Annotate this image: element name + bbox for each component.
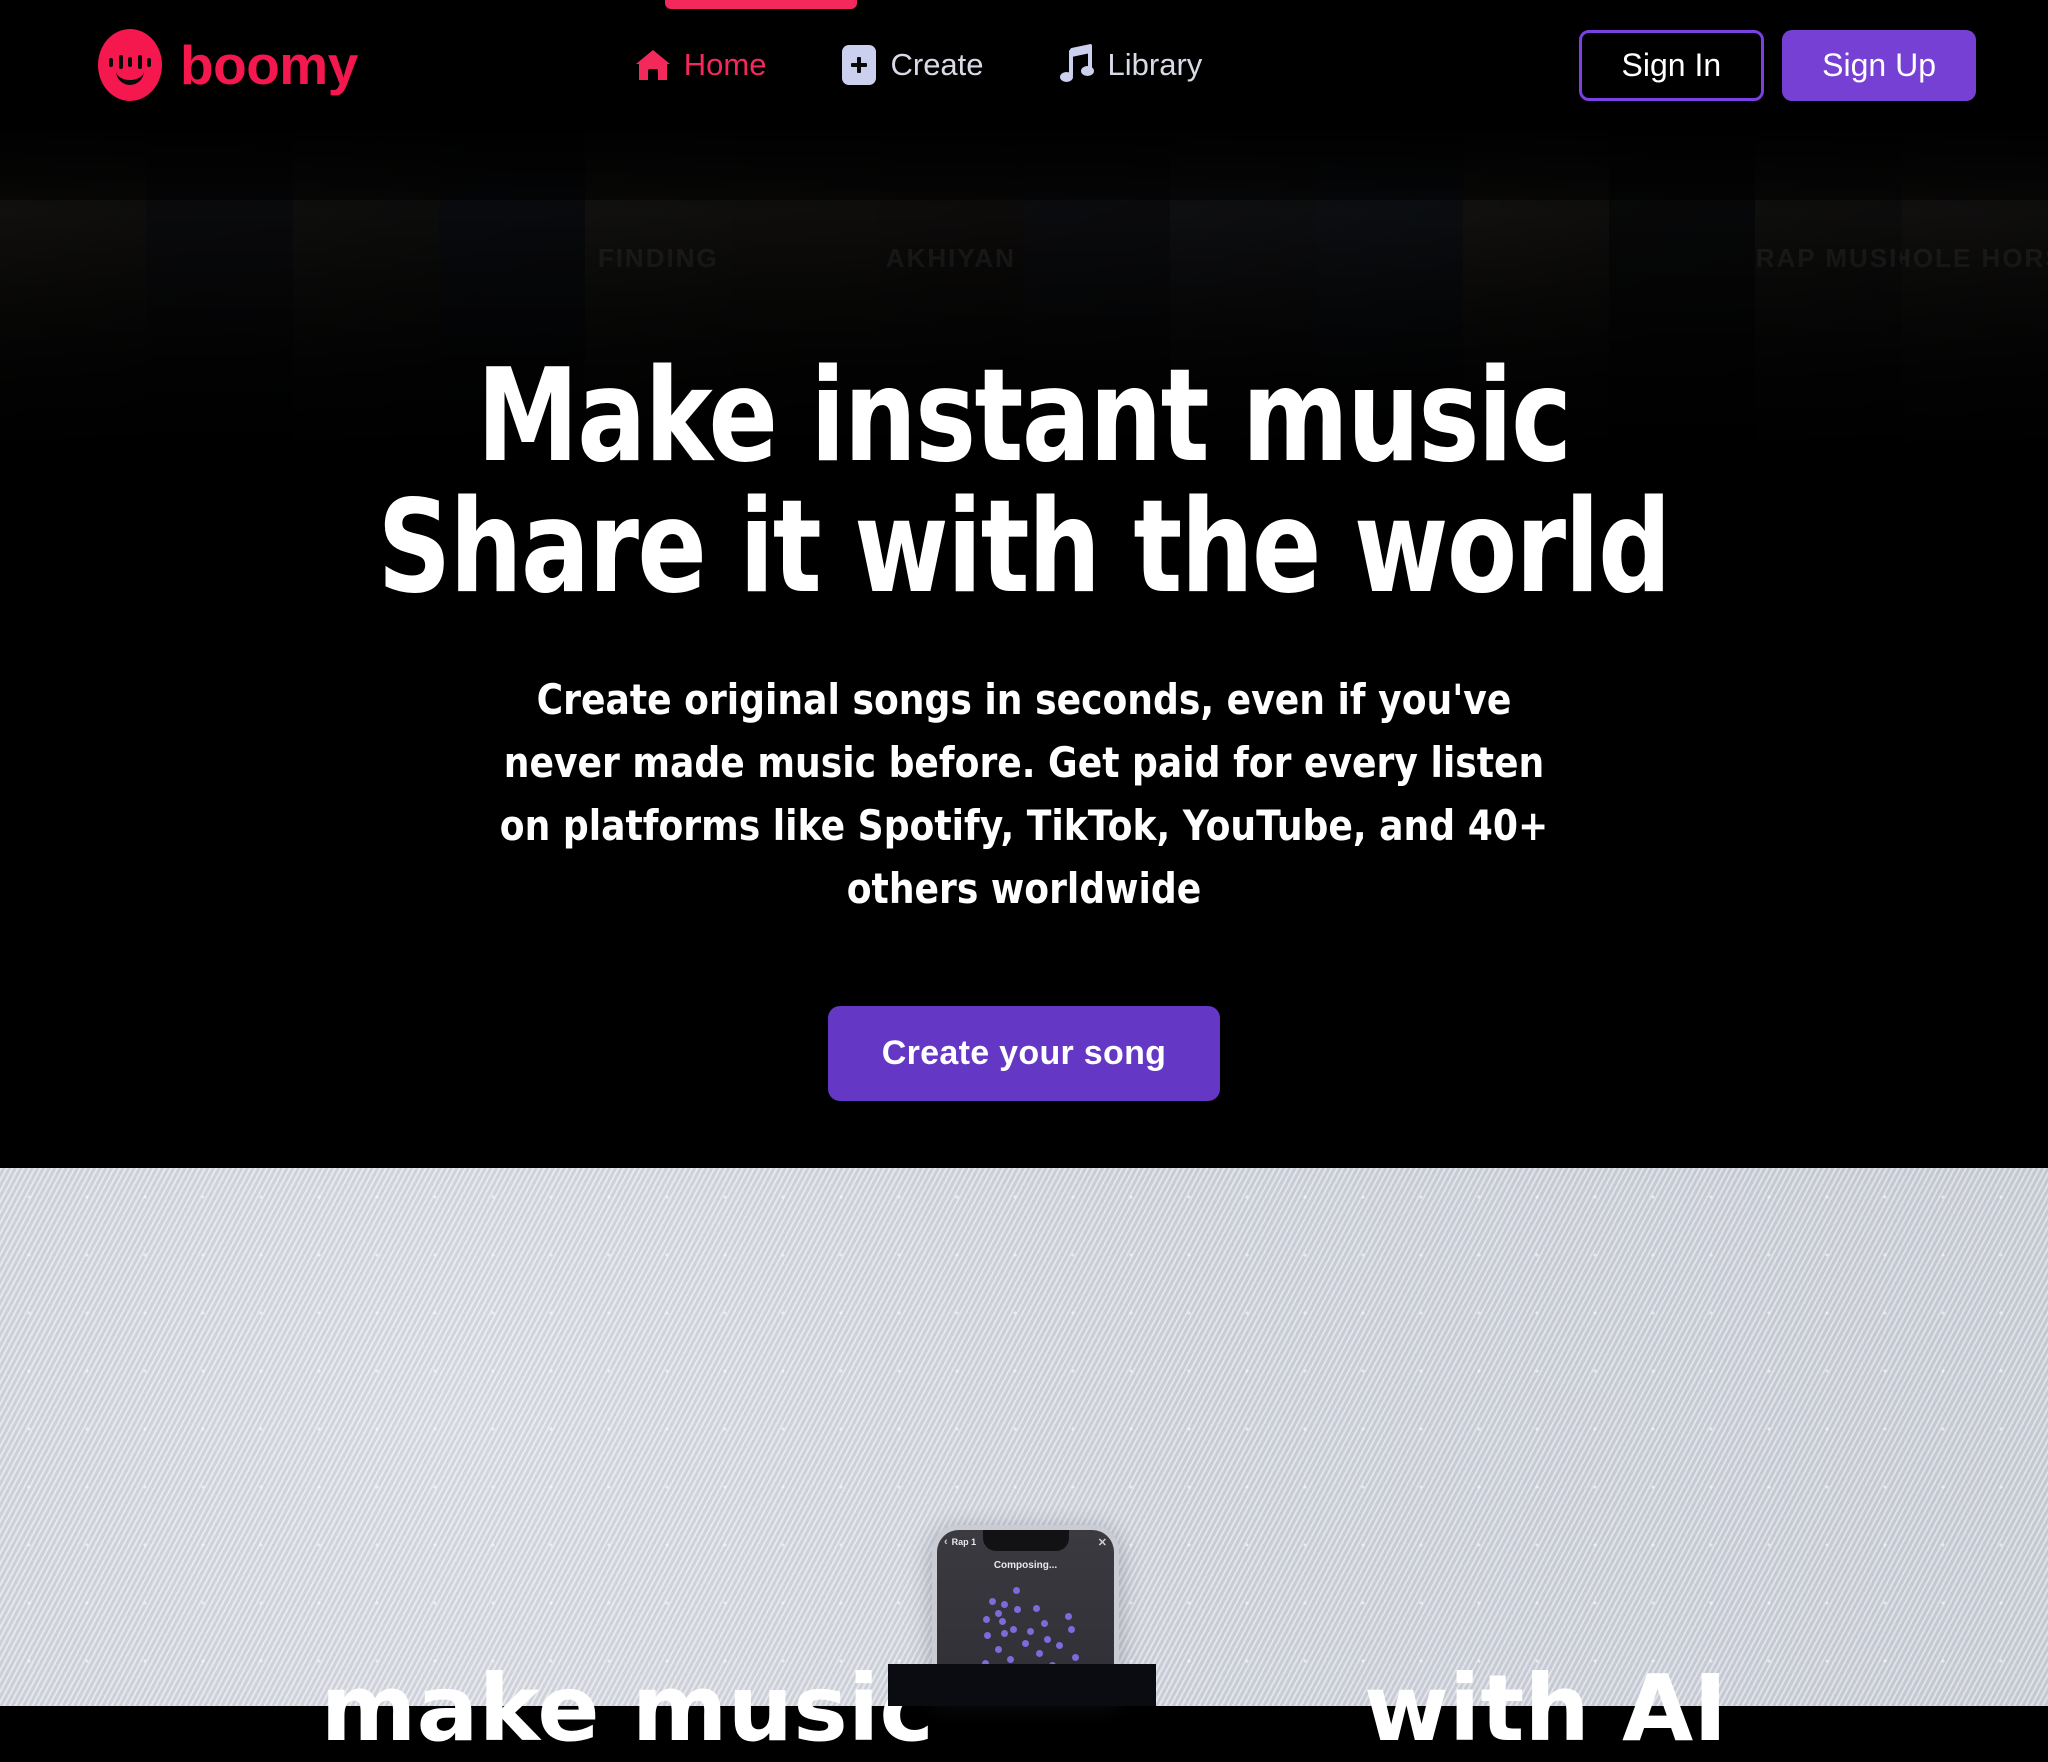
nav-links: Home Create Library [598, 33, 1241, 97]
composing-dot [1010, 1626, 1017, 1633]
close-icon[interactable]: ✕ [1098, 1536, 1107, 1549]
hero-subheadline: Create original songs in seconds, even i… [499, 675, 1549, 914]
composing-dot [999, 1618, 1006, 1625]
music-note-icon [1059, 43, 1094, 84]
sign-up-button[interactable]: Sign Up [1782, 29, 1976, 101]
composing-dot [1036, 1650, 1043, 1657]
headline-line-2: Share it with the world [377, 472, 1672, 622]
chevron-left-icon[interactable]: ‹ [944, 1536, 948, 1548]
phone-app-header: ‹ Rap 1 ✕ [937, 1533, 1114, 1551]
create-your-song-button[interactable]: Create your song [827, 1006, 1221, 1102]
home-icon [635, 50, 670, 80]
composing-dot [1013, 1587, 1020, 1594]
sign-in-button[interactable]: Sign In [1578, 29, 1765, 101]
hero-content: Make instant music Share it with the wor… [0, 0, 2048, 1168]
brand-logo[interactable]: boomy [98, 29, 358, 101]
composing-dot [1044, 1636, 1051, 1643]
page-title: Make instant music Share it with the wor… [377, 351, 1672, 622]
composing-dot [989, 1598, 996, 1605]
composing-dot [995, 1646, 1002, 1653]
composing-dot [1065, 1613, 1072, 1620]
top-navigation-bar: boomy Home Create Library Sign In Sign U… [0, 0, 2048, 130]
section-headline-left: make music [320, 1655, 934, 1762]
composing-dot [1068, 1626, 1075, 1633]
composing-dot [1014, 1606, 1021, 1613]
auth-buttons: Sign In Sign Up [1578, 29, 1976, 101]
nav-item-library-label: Library [1107, 47, 1203, 82]
composing-dot [1001, 1601, 1008, 1608]
nav-item-create[interactable]: Create [804, 33, 1021, 97]
nav-item-library[interactable]: Library [1022, 33, 1241, 97]
section-headline-right: with AI [1363, 1655, 1728, 1762]
phone-status-text: Composing... [993, 1560, 1058, 1571]
boomy-face-logo-icon [98, 29, 162, 101]
composing-dot [1027, 1628, 1034, 1635]
composing-dot [1072, 1654, 1079, 1661]
brand-name: boomy [180, 33, 358, 96]
nav-item-create-label: Create [890, 47, 984, 82]
plus-square-icon [842, 45, 877, 85]
composing-dot [983, 1616, 990, 1623]
composing-dot [1001, 1630, 1008, 1637]
composing-dot [995, 1610, 1002, 1617]
composing-dot [1056, 1642, 1063, 1649]
phone-song-title: Rap 1 [951, 1537, 977, 1547]
nav-item-home[interactable]: Home [598, 33, 805, 97]
logo-waveform-eyes [109, 55, 151, 69]
composing-dot [984, 1632, 991, 1639]
composing-dot [1041, 1620, 1048, 1627]
hero-section: FINDING AKHIYAN TRAP MUSIC WHOLE HORSE M… [0, 0, 2048, 1168]
headline-line-1: Make instant music [477, 342, 1572, 491]
nav-item-home-label: Home [683, 47, 767, 82]
phone-header-left: ‹ Rap 1 [944, 1536, 976, 1548]
composing-dot [1022, 1640, 1029, 1647]
active-nav-indicator [665, 0, 857, 9]
composing-dot [1007, 1656, 1014, 1663]
video-control-overlay[interactable] [888, 1664, 1156, 1706]
composing-dot [1033, 1605, 1040, 1612]
